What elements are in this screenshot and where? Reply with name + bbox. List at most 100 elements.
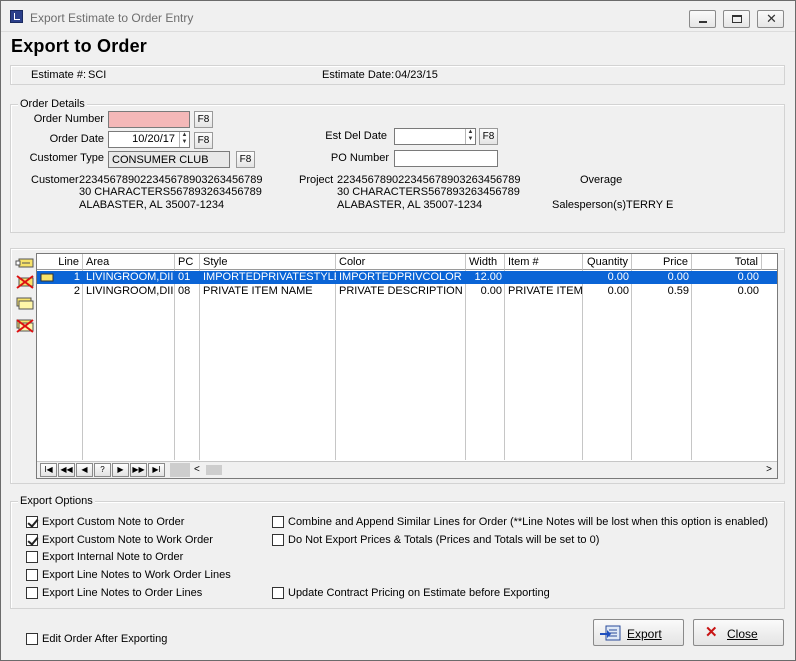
cell-area[interactable]: LIVINGROOM,DII <box>83 271 175 284</box>
prev-record-button[interactable]: ◀ <box>76 463 93 477</box>
last-record-button[interactable]: ▶I <box>148 463 165 477</box>
cell-pc[interactable]: 01 <box>175 271 200 284</box>
add-note-icon[interactable] <box>15 256 35 270</box>
first-record-button[interactable]: I◀ <box>40 463 57 477</box>
order-date-field[interactable]: 10/20/17 ▲ ▼ <box>108 131 190 148</box>
est-del-date-field[interactable]: ▲ ▼ <box>394 128 476 145</box>
cell-quantity[interactable]: 0.00 <box>583 285 632 298</box>
est-del-date-f8-button[interactable]: F8 <box>479 128 498 145</box>
col-header-item[interactable]: Item # <box>505 254 583 270</box>
col-divider <box>465 270 466 460</box>
order-number-f8-button[interactable]: F8 <box>194 111 213 128</box>
col-header-total[interactable]: Total <box>692 254 762 270</box>
window-title: Export Estimate to Order Entry <box>30 11 194 25</box>
next-record-button[interactable]: ▶ <box>112 463 129 477</box>
cell-area[interactable]: LIVINGROOM,DII <box>83 285 175 298</box>
notes-icon[interactable] <box>15 297 35 311</box>
estimate-date-label: Estimate Date: <box>322 69 395 81</box>
close-button[interactable]: ✕ Close <box>693 619 784 646</box>
col-header-width[interactable]: Width <box>466 254 505 270</box>
close-window-button[interactable]: ✕ <box>757 10 784 28</box>
col-header-price[interactable]: Price <box>632 254 692 270</box>
col-divider <box>504 270 505 460</box>
customer-label: Customer <box>31 174 79 186</box>
project-line-3: ALABASTER, AL 35007-1234 <box>337 199 483 211</box>
col-divider <box>199 270 200 460</box>
export-internal-note-checkbox[interactable] <box>26 551 38 563</box>
scroll-right-icon[interactable]: > <box>766 463 772 477</box>
navigator-spacer <box>170 463 190 477</box>
col-header-style[interactable]: Style <box>200 254 336 270</box>
salesperson-value: TERRY E <box>626 199 674 211</box>
lines-grid[interactable]: Line Area PC Style Color Width Item # Qu… <box>36 253 778 479</box>
cell-item[interactable]: PRIVATE ITEM <box>505 285 583 298</box>
cell-line[interactable]: 2 <box>37 285 83 298</box>
export-custom-note-order-checkbox[interactable] <box>26 516 38 528</box>
prev-page-button[interactable]: ◀◀ <box>58 463 75 477</box>
cell-style[interactable]: IMPORTEDPRIVATESTYLE <box>200 271 336 284</box>
col-header-color[interactable]: Color <box>336 254 466 270</box>
app-icon <box>10 10 23 23</box>
cell-width[interactable]: 12.00 <box>466 271 505 284</box>
update-contract-pricing-checkbox[interactable] <box>272 587 284 599</box>
page-heading: Export to Order <box>11 36 148 56</box>
next-page-button[interactable]: ▶▶ <box>130 463 147 477</box>
customer-line-1: 22345678902234567890326345678​9 <box>79 174 263 186</box>
do-not-export-prices-checkbox[interactable] <box>272 534 284 546</box>
close-button-label: Close <box>727 627 758 641</box>
order-date-value: 10/20/17 <box>132 133 175 145</box>
col-header-area[interactable]: Area <box>83 254 175 270</box>
option-label: Do Not Export Prices & Totals (Prices an… <box>288 534 600 546</box>
cell-price[interactable]: 0.59 <box>632 285 692 298</box>
cell-width[interactable]: 0.00 <box>466 285 505 298</box>
close-x-icon: ✕ <box>705 624 718 641</box>
col-divider <box>582 270 583 460</box>
scroll-thumb[interactable] <box>206 465 222 475</box>
cell-total[interactable]: 0.00 <box>692 285 762 298</box>
project-line-2: 30 CHARACTERS567893263456789 <box>337 186 520 198</box>
option-label: Export Internal Note to Order <box>42 551 184 563</box>
customer-type-field[interactable]: CONSUMER CLUB <box>108 151 230 168</box>
export-button[interactable]: Export <box>593 619 684 646</box>
close-icon: ✕ <box>766 11 777 26</box>
cell-item[interactable] <box>505 271 583 284</box>
est-del-date-spinner[interactable]: ▲ ▼ <box>465 129 475 144</box>
project-line-1: 223456789022345678903263456789 <box>337 174 521 186</box>
estimate-date-value: 04/23/15 <box>395 69 438 81</box>
order-date-f8-button[interactable]: F8 <box>194 132 213 149</box>
cell-color[interactable]: IMPORTEDPRIVCOLOR <box>336 271 466 284</box>
customer-type-f8-button[interactable]: F8 <box>236 151 255 168</box>
cell-total[interactable]: 0.00 <box>692 271 762 284</box>
export-line-notes-work-order-checkbox[interactable] <box>26 569 38 581</box>
export-custom-note-work-order-checkbox[interactable] <box>26 534 38 546</box>
delete-notes-icon[interactable] <box>15 319 35 333</box>
col-divider <box>691 270 692 460</box>
option-label: Export Custom Note to Order <box>42 516 185 528</box>
col-header-pc[interactable]: PC <box>175 254 200 270</box>
export-line-notes-order-checkbox[interactable] <box>26 587 38 599</box>
combine-similar-lines-checkbox[interactable] <box>272 516 284 528</box>
col-divider <box>631 270 632 460</box>
cell-line[interactable]: 1 <box>37 271 83 284</box>
edit-after-exporting-label: Edit Order After Exporting <box>42 633 168 645</box>
po-number-label: PO Number <box>330 152 389 164</box>
help-button[interactable]: ? <box>94 463 111 477</box>
cell-style[interactable]: PRIVATE ITEM NAME <box>200 285 336 298</box>
delete-note-icon[interactable] <box>15 275 35 289</box>
col-header-line[interactable]: Line <box>37 254 83 270</box>
cell-price[interactable]: 0.00 <box>632 271 692 284</box>
minimize-button[interactable] <box>689 10 716 28</box>
order-number-field[interactable] <box>108 111 190 128</box>
scroll-left-icon[interactable]: < <box>194 463 200 477</box>
option-label: Export Line Notes to Work Order Lines <box>42 569 231 581</box>
restore-button[interactable] <box>723 10 750 28</box>
horizontal-scrollbar[interactable]: < > <box>190 463 776 477</box>
edit-after-exporting-checkbox[interactable] <box>26 633 38 645</box>
po-number-field[interactable] <box>394 150 498 167</box>
order-date-spinner[interactable]: ▲ ▼ <box>179 132 189 147</box>
cell-pc[interactable]: 08 <box>175 285 200 298</box>
col-header-quantity[interactable]: Quantity <box>583 254 632 270</box>
option-label: Export Line Notes to Order Lines <box>42 587 203 599</box>
cell-color[interactable]: PRIVATE DESCRIPTION <box>336 285 466 298</box>
cell-quantity[interactable]: 0.00 <box>583 271 632 284</box>
